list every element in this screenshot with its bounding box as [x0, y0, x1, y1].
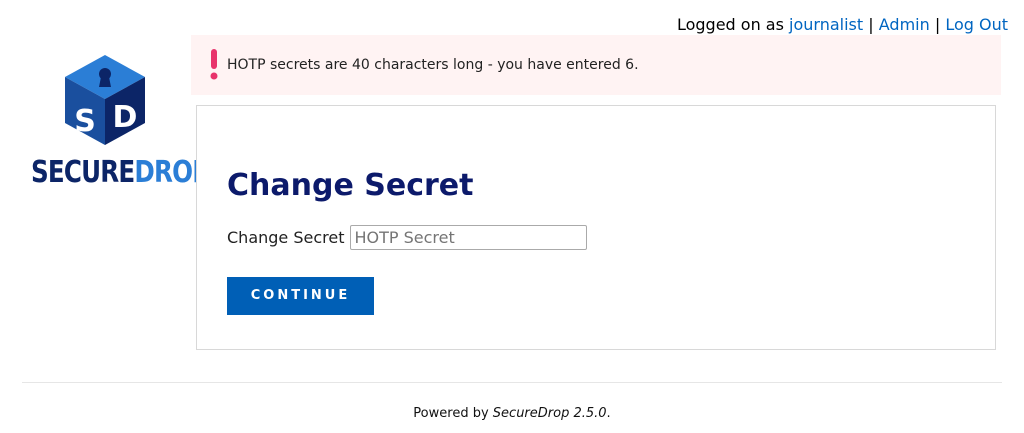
- secret-field-label: Change Secret: [227, 227, 345, 247]
- logo-word-secure: SECURE: [31, 155, 135, 190]
- top-navigation: Logged on as journalist | Admin | Log Ou…: [677, 15, 1008, 35]
- svg-text:D: D: [113, 100, 138, 135]
- logo-wordmark: SECUREDROP: [31, 153, 210, 193]
- svg-text:S: S: [74, 104, 96, 139]
- securedrop-logo[interactable]: S D SECUREDROP: [31, 55, 210, 190]
- footer-suffix: .: [606, 406, 611, 421]
- change-secret-card: Change Secret Change Secret CONTINUE: [196, 105, 996, 350]
- secret-field-row: Change Secret: [227, 224, 588, 250]
- footer-product: SecureDrop 2.5.0: [492, 406, 607, 421]
- error-flash-message: HOTP secrets are 40 characters long - yo…: [191, 35, 1001, 95]
- exclamation-icon: [210, 49, 218, 80]
- username-link[interactable]: journalist: [789, 15, 863, 34]
- logo-cube-icon: S D: [65, 55, 145, 145]
- logout-link[interactable]: Log Out: [945, 15, 1008, 34]
- logged-on-prefix: Logged on as: [676, 15, 784, 34]
- nav-separator: |: [934, 15, 941, 34]
- continue-button[interactable]: CONTINUE: [227, 277, 374, 315]
- flash-text: HOTP secrets are 40 characters long - yo…: [227, 57, 639, 73]
- admin-link[interactable]: Admin: [879, 15, 930, 34]
- footer-prefix: Powered by: [413, 406, 489, 421]
- footer: Powered by SecureDrop 2.5.0.: [0, 405, 1024, 423]
- hotp-secret-input[interactable]: [350, 224, 588, 250]
- footer-divider: [22, 382, 1002, 383]
- page-title: Change Secret: [227, 168, 474, 203]
- nav-separator: |: [868, 15, 874, 34]
